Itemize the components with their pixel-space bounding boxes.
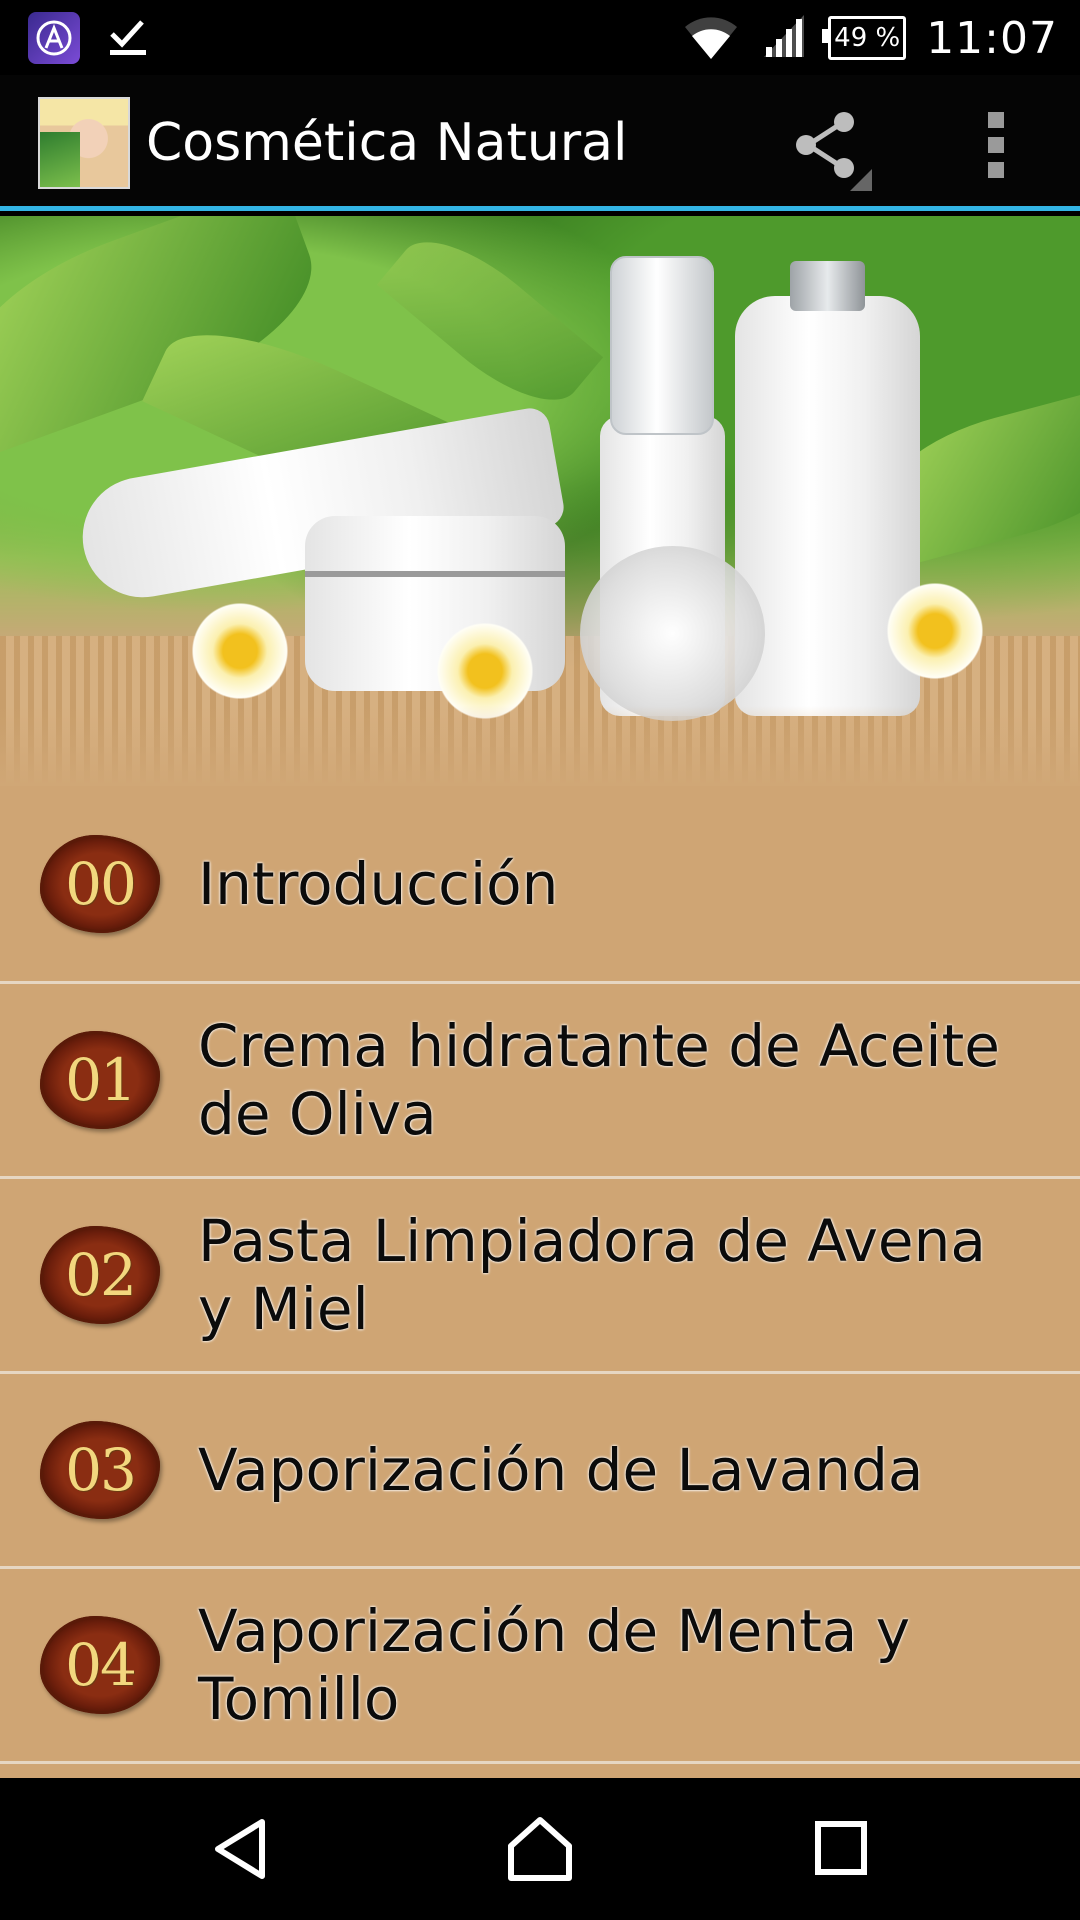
overflow-menu-button[interactable] <box>976 105 1016 185</box>
clock: 11:07 <box>926 12 1058 64</box>
list-item[interactable]: 02 Pasta Limpiadora de Avena y Miel <box>0 1179 1080 1374</box>
number-badge: 00 <box>40 834 160 933</box>
recipe-list: 00 Introducción 01 Crema hidratante de A… <box>0 786 1080 1778</box>
recents-button[interactable] <box>796 1814 886 1884</box>
wifi-icon <box>682 11 740 65</box>
home-icon <box>508 1817 572 1881</box>
status-bar: 49 % 11:07 <box>0 0 1080 75</box>
list-item-label: Introducción <box>198 849 559 918</box>
navigation-bar <box>0 1778 1080 1920</box>
number-badge: 01 <box>40 1031 160 1129</box>
number-badge: 02 <box>40 1226 160 1324</box>
list-item[interactable]: 03 Vaporización de Lavanda <box>0 1374 1080 1569</box>
app-notification-icon <box>28 12 80 64</box>
app-title: Cosmética Natural <box>146 113 628 173</box>
number-badge: 03 <box>40 1421 160 1519</box>
list-item-label: Pasta Limpiadora de Avena y Miel <box>198 1207 986 1343</box>
list-item-label: Vaporización de Menta y Tomillo <box>198 1597 911 1733</box>
signal-icon <box>760 11 808 65</box>
app-bar: Cosmética Natural <box>0 75 1080 211</box>
list-item[interactable]: 01 Crema hidratante de Aceite de Oliva <box>0 984 1080 1179</box>
back-button[interactable] <box>196 1814 286 1884</box>
share-button[interactable] <box>786 105 872 191</box>
battery-level: 49 % <box>834 23 901 53</box>
number-badge: 04 <box>40 1616 160 1714</box>
list-item-label: Crema hidratante de Aceite de Oliva <box>198 1012 1000 1148</box>
list-item[interactable]: 04 Vaporización de Menta y Tomillo <box>0 1569 1080 1764</box>
back-icon <box>215 1819 265 1879</box>
overflow-menu-icon <box>976 112 1016 178</box>
home-button[interactable] <box>495 1814 585 1884</box>
hero-image <box>0 216 1080 786</box>
list-item[interactable]: 00 Introducción <box>0 786 1080 984</box>
recents-icon <box>815 1821 867 1875</box>
list-item-label: Vaporización de Lavanda <box>198 1436 924 1504</box>
battery-icon: 49 % <box>822 16 907 60</box>
app-logo[interactable] <box>38 97 130 189</box>
check-download-icon <box>106 14 150 62</box>
